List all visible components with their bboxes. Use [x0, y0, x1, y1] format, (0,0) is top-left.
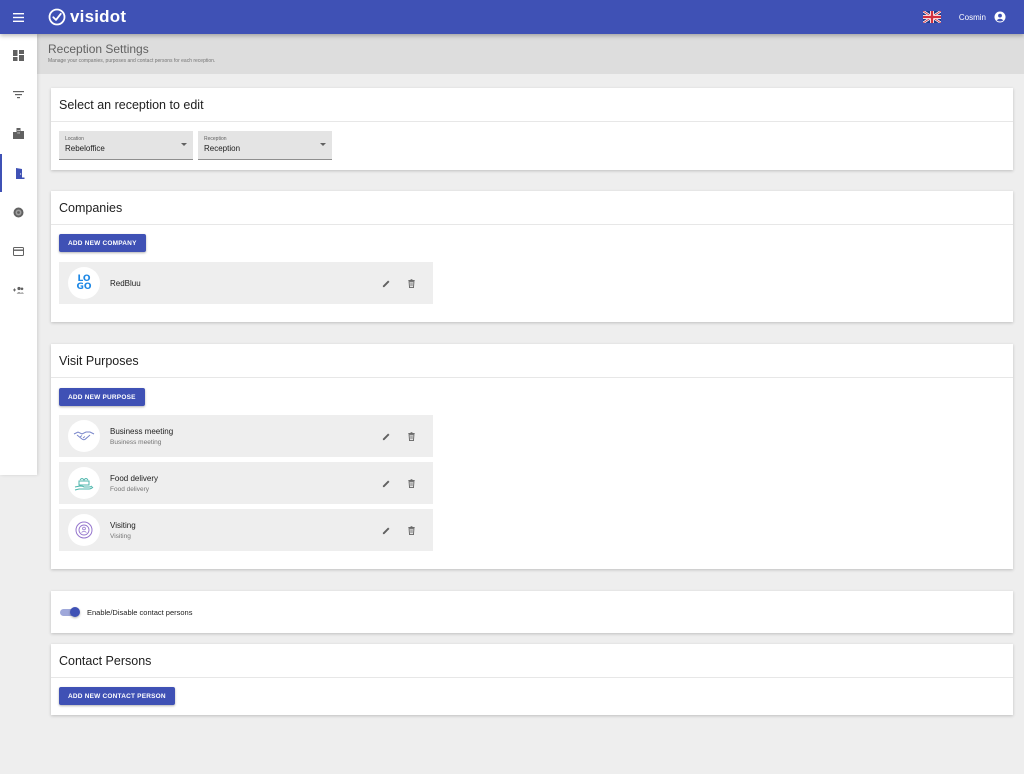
contact-persons-card: Contact Persons ADD NEW CONTACT PERSON — [51, 644, 1013, 715]
purpose-title: Food delivery — [110, 473, 159, 483]
nav-filter[interactable] — [0, 75, 37, 113]
location-select[interactable]: Location Rebeloffice — [59, 131, 193, 160]
pencil-icon — [382, 433, 390, 440]
hamburger-menu-icon — [12, 12, 24, 22]
nav-card[interactable] — [0, 232, 37, 270]
purpose-item[interactable]: Food delivery Food delivery — [59, 462, 433, 504]
edit-purpose-button[interactable] — [381, 525, 392, 536]
contact-persons-title: Contact Persons — [51, 644, 1013, 678]
menu-button[interactable] — [0, 0, 36, 34]
company-logo: LO GO — [68, 267, 100, 299]
contact-toggle-card: Enable/Disable contact persons — [51, 591, 1013, 633]
purpose-title: Business meeting — [110, 426, 174, 436]
select-reception-card: Select an reception to edit Location Reb… — [51, 88, 1013, 170]
contact-persons-toggle[interactable] — [60, 607, 81, 617]
location-select-label: Location — [65, 136, 84, 142]
purpose-item[interactable]: Visiting Visiting — [59, 509, 433, 551]
company-name: RedBluu — [110, 278, 141, 288]
add-company-button[interactable]: ADD NEW COMPANY — [59, 234, 146, 252]
purpose-subtitle: Food delivery — [110, 485, 150, 493]
card-icon — [13, 246, 24, 256]
handshake-icon — [73, 431, 95, 441]
dropdown-arrow-icon — [320, 143, 326, 146]
trash-icon — [408, 431, 415, 441]
delete-purpose-button[interactable] — [406, 525, 417, 536]
visit-purposes-card: Visit Purposes ADD NEW PURPOSE Business … — [51, 344, 1013, 569]
dropdown-arrow-icon — [181, 143, 187, 146]
select-reception-title: Select an reception to edit — [51, 88, 1013, 122]
page-subtitle: Manage your companies, purposes and cont… — [48, 58, 216, 64]
trash-icon — [408, 478, 415, 488]
reception-select[interactable]: Reception Reception — [198, 131, 332, 160]
purpose-avatar — [68, 514, 100, 546]
page-title: Reception Settings — [48, 42, 149, 56]
purpose-item[interactable]: Business meeting Business meeting — [59, 415, 433, 457]
edit-purpose-button[interactable] — [381, 478, 392, 489]
account-circle-icon[interactable] — [994, 11, 1006, 23]
toggle-thumb — [70, 607, 80, 617]
app-logo[interactable]: visidot — [48, 7, 126, 27]
food-delivery-icon — [74, 478, 94, 491]
location-select-value: Rebeloffice — [65, 144, 105, 153]
companies-title: Companies — [51, 191, 1013, 225]
purpose-avatar — [68, 420, 100, 452]
target-icon — [13, 207, 24, 217]
pencil-icon — [382, 527, 390, 534]
filter-icon — [13, 90, 24, 98]
nav-buildings[interactable] — [0, 114, 37, 152]
companies-card: Companies ADD NEW COMPANY LO GO RedBluu — [51, 191, 1013, 322]
delete-purpose-button[interactable] — [406, 431, 417, 442]
visit-purposes-title: Visit Purposes — [51, 344, 1013, 378]
pencil-icon — [382, 280, 390, 287]
door-icon — [16, 167, 25, 179]
purpose-subtitle: Visiting — [110, 532, 131, 540]
delete-purpose-button[interactable] — [406, 478, 417, 489]
logo-text-bottom: GO — [76, 282, 92, 292]
user-name[interactable]: Cosmin — [959, 13, 986, 22]
visidot-check-icon — [48, 8, 66, 26]
trash-icon — [408, 525, 415, 535]
nav-add-users[interactable] — [0, 271, 37, 309]
dashboard-icon — [13, 49, 24, 61]
add-users-icon — [13, 286, 24, 293]
add-purpose-button[interactable]: ADD NEW PURPOSE — [59, 388, 145, 406]
nav-dashboard[interactable] — [0, 36, 37, 74]
trash-icon — [408, 278, 415, 288]
edit-company-button[interactable] — [381, 278, 392, 289]
delete-company-button[interactable] — [406, 278, 417, 289]
sidebar — [0, 34, 37, 475]
nav-reception[interactable] — [0, 154, 37, 192]
edit-purpose-button[interactable] — [381, 431, 392, 442]
purpose-subtitle: Business meeting — [110, 438, 162, 446]
company-item[interactable]: LO GO RedBluu — [59, 262, 433, 304]
page-header: Reception Settings Manage your companies… — [37, 34, 1024, 74]
contact-persons-toggle-label: Enable/Disable contact persons — [87, 607, 193, 617]
top-app-bar: visidot Cosmin — [0, 0, 1024, 34]
nav-target[interactable] — [0, 193, 37, 231]
add-contact-person-button[interactable]: ADD NEW CONTACT PERSON — [59, 687, 175, 705]
buildings-icon — [13, 127, 24, 139]
purpose-title: Visiting — [110, 520, 136, 530]
purpose-avatar — [68, 467, 100, 499]
uk-flag-icon[interactable] — [922, 11, 941, 23]
brand-name: visidot — [70, 7, 127, 26]
visitor-icon — [75, 521, 93, 539]
reception-select-label: Reception — [204, 136, 227, 142]
reception-select-value: Reception — [204, 144, 241, 153]
pencil-icon — [382, 480, 390, 487]
